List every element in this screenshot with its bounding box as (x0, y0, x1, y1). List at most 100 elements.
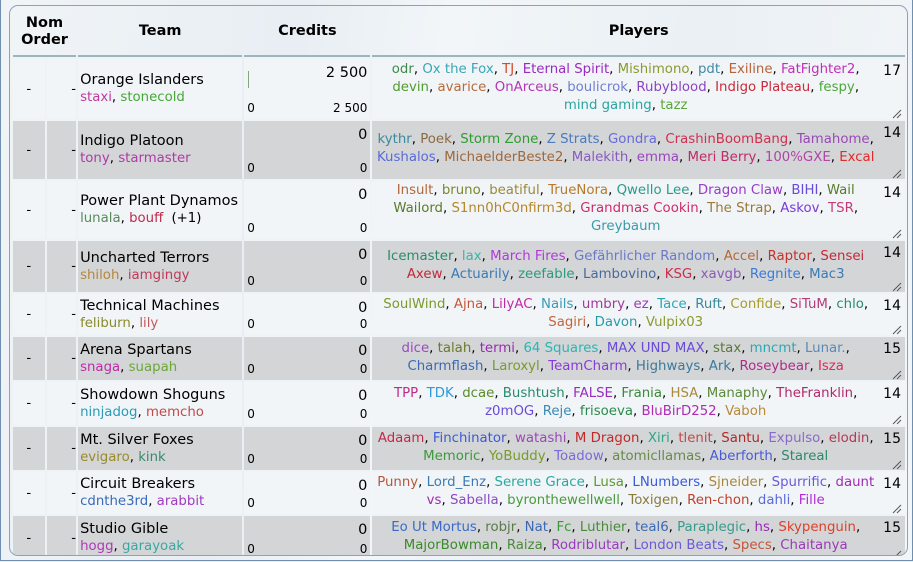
player-name[interactable]: Manaphy (707, 386, 768, 401)
player-name[interactable]: Malekith (572, 150, 629, 165)
player-name[interactable]: Vaboh (725, 404, 766, 419)
player-name[interactable]: Ren-chon (687, 493, 749, 508)
player-name[interactable]: Accel (724, 249, 759, 264)
player-name[interactable]: BIHI (791, 183, 818, 198)
player-name[interactable]: kythr (378, 132, 412, 147)
player-name[interactable]: Z Strats (547, 132, 600, 147)
player-name[interactable]: Highways (636, 359, 700, 374)
player-name[interactable]: TJ (502, 62, 514, 77)
player-name[interactable]: Icemaster (387, 249, 453, 264)
manager-name[interactable]: starmaster (118, 151, 190, 166)
manager-name[interactable]: hogg (80, 539, 113, 554)
player-name[interactable]: Storm Zone (460, 132, 538, 147)
player-name[interactable]: Eo Ut Mortus (391, 520, 477, 535)
manager-name[interactable]: staxi (80, 90, 112, 105)
player-name[interactable]: Qwello Lee (617, 183, 690, 198)
manager-name[interactable]: suapah (129, 360, 178, 375)
manager-name[interactable]: lunala (80, 211, 121, 226)
player-name[interactable]: Greybaum (591, 219, 661, 234)
player-name[interactable]: The Strap (707, 201, 772, 216)
player-name[interactable]: Roseybear (739, 359, 809, 374)
player-name[interactable]: Memoric (423, 449, 480, 464)
player-name[interactable]: termi (480, 341, 515, 356)
player-name[interactable]: Paraplegic (677, 520, 746, 535)
player-name[interactable]: Adaam (378, 431, 425, 446)
player-name[interactable]: Sjneider (709, 475, 764, 490)
player-name[interactable]: Santu (721, 431, 760, 446)
player-name[interactable]: zeefable (518, 267, 575, 282)
player-name[interactable]: talah (438, 341, 472, 356)
player-name[interactable]: Lord_Enz (427, 475, 486, 490)
player-name[interactable]: KSG (665, 267, 692, 282)
player-name[interactable]: MajorBowman (404, 538, 499, 553)
player-name[interactable]: March Fires (490, 249, 565, 264)
player-name[interactable]: Kushalos (377, 150, 436, 165)
player-name[interactable]: Mac3 (809, 267, 844, 282)
player-name[interactable]: Mishimono (618, 62, 690, 77)
player-name[interactable]: Skypenguin (778, 520, 856, 535)
player-name[interactable]: HSA (670, 386, 698, 401)
player-name[interactable]: frisoeva (580, 404, 633, 419)
manager-name[interactable]: shiloh (80, 268, 119, 283)
player-name[interactable]: Raptor (768, 249, 812, 264)
manager-name[interactable]: cdnthe3rd (80, 494, 148, 509)
player-name[interactable]: LNumbers (632, 475, 700, 490)
player-name[interactable]: Fc (556, 520, 571, 535)
player-name[interactable]: OnArceus (495, 80, 559, 95)
manager-name[interactable]: feliburn (80, 316, 131, 331)
resize-grip-icon[interactable] (892, 227, 902, 239)
player-name[interactable]: tazz (660, 98, 687, 113)
player-name[interactable]: Rubyblood (636, 80, 706, 95)
manager-name[interactable]: tony (80, 151, 110, 166)
player-name[interactable]: fespy (819, 80, 855, 95)
player-name[interactable]: Dragon Claw (698, 183, 783, 198)
resize-grip-icon[interactable] (892, 368, 902, 380)
player-name[interactable]: Isza (818, 359, 844, 374)
manager-name[interactable]: memcho (146, 405, 204, 420)
manager-name[interactable]: lily (139, 316, 158, 331)
resize-grip-icon[interactable] (892, 458, 902, 470)
player-name[interactable]: mncmt (750, 341, 797, 356)
player-name[interactable]: Toadow (554, 449, 604, 464)
player-name[interactable]: Actuarily (451, 267, 510, 282)
player-name[interactable]: MichaelderBeste2 (444, 150, 563, 165)
resize-grip-icon[interactable] (892, 280, 902, 292)
player-name[interactable]: Davon (595, 315, 638, 330)
player-name[interactable]: Laroxyl (492, 359, 540, 374)
player-name[interactable]: SoulWind (383, 297, 445, 312)
player-name[interactable]: Ark (709, 359, 731, 374)
manager-name[interactable]: garayoak (122, 539, 184, 554)
manager-name[interactable]: kink (138, 450, 166, 465)
player-name[interactable]: pdt (698, 62, 720, 77)
player-name[interactable]: 64 Squares (523, 341, 598, 356)
player-name[interactable]: stax (713, 341, 741, 356)
player-name[interactable]: Serene Grace (495, 475, 585, 490)
player-name[interactable]: Ajna (454, 297, 483, 312)
player-name[interactable]: Spurrific (772, 475, 827, 490)
player-name[interactable]: Fille (799, 493, 825, 508)
player-name[interactable]: Nat (525, 520, 548, 535)
player-name[interactable]: Poek (420, 132, 452, 147)
player-name[interactable]: Chaitanya (780, 538, 847, 553)
player-name[interactable]: M Dragon (575, 431, 640, 446)
player-name[interactable]: teal6 (635, 520, 669, 535)
manager-name[interactable]: bouff (129, 211, 163, 226)
player-name[interactable]: Insult (397, 183, 434, 198)
player-name[interactable]: Sagiri (548, 315, 586, 330)
resize-grip-icon[interactable] (892, 548, 902, 555)
player-name[interactable]: FALSE (573, 386, 613, 401)
player-name[interactable]: Vulpix03 (646, 315, 703, 330)
player-name[interactable]: umbry (582, 297, 625, 312)
player-name[interactable]: Specs (732, 538, 771, 553)
player-name[interactable]: Eternal Spirit (523, 62, 609, 77)
player-name[interactable]: Expulso (768, 431, 820, 446)
player-name[interactable]: Confide (730, 297, 781, 312)
player-name[interactable]: z0mOG (485, 404, 534, 419)
player-name[interactable]: lax (462, 249, 482, 264)
player-name[interactable]: Nails (541, 297, 573, 312)
player-name[interactable]: Finchinator (433, 431, 507, 446)
player-name[interactable]: TrueNora (548, 183, 608, 198)
player-name[interactable]: Tace (657, 297, 687, 312)
player-name[interactable]: FatFighter2 (781, 62, 855, 77)
player-name[interactable]: hs (755, 520, 770, 535)
